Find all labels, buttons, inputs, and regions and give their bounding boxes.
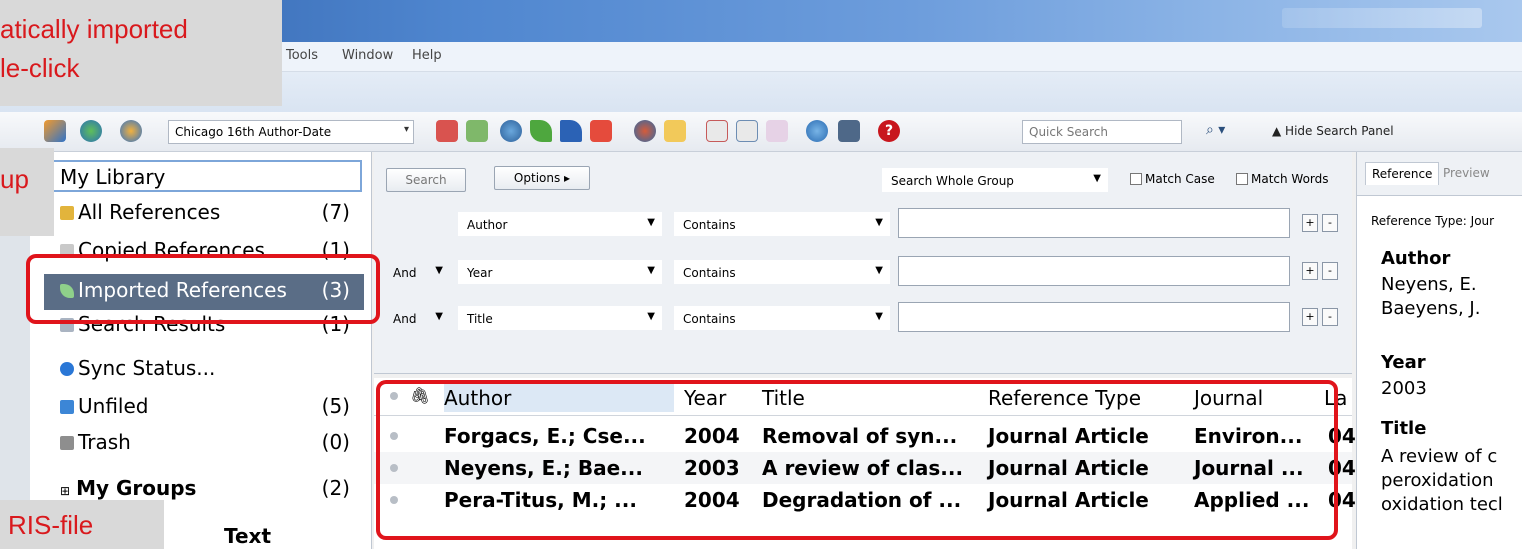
share-group-icon[interactable] xyxy=(838,120,860,142)
format-icon[interactable] xyxy=(736,120,758,142)
chevron-down-icon: ▼ xyxy=(875,217,883,228)
menu-window[interactable]: Window xyxy=(342,48,393,63)
online-icon[interactable] xyxy=(634,120,656,142)
search-term-input[interactable] xyxy=(898,208,1290,238)
find-full-text-icon[interactable] xyxy=(500,120,522,142)
add-row-button[interactable]: + xyxy=(1302,214,1318,232)
expand-icon[interactable]: ⊞ xyxy=(60,484,70,498)
my-library-header[interactable]: My Library xyxy=(44,160,362,192)
open-link-icon[interactable] xyxy=(590,120,612,142)
highlight-imported-references xyxy=(26,254,380,324)
add-reference-icon[interactable] xyxy=(466,120,488,142)
chevron-down-icon: ▼ xyxy=(435,265,443,276)
title-value[interactable]: oxidation tecl xyxy=(1381,494,1503,515)
author-heading: Author xyxy=(1381,248,1451,269)
search-icon[interactable]: ⌕ ▾ xyxy=(1206,122,1225,138)
title-value[interactable]: peroxidation xyxy=(1381,470,1494,491)
tab-preview[interactable]: Preview xyxy=(1443,166,1490,180)
operator-select[interactable]: Contains ▼ xyxy=(674,212,890,236)
remove-row-button[interactable]: - xyxy=(1322,308,1338,326)
title-heading: Title xyxy=(1381,418,1427,439)
local-library-icon[interactable] xyxy=(44,120,66,142)
add-row-button[interactable]: + xyxy=(1302,262,1318,280)
field-select-title[interactable]: Title ▼ xyxy=(458,306,662,330)
title-value[interactable]: A review of c xyxy=(1381,446,1497,467)
pdf-icon[interactable] xyxy=(706,120,728,142)
search-term-input[interactable] xyxy=(898,302,1290,332)
callout-import-note: atically imported le-click xyxy=(0,0,282,106)
year-heading: Year xyxy=(1381,352,1426,373)
tab-reference[interactable]: Reference xyxy=(1365,162,1440,185)
trash-icon xyxy=(60,436,74,450)
arrow-up-icon: ▲ xyxy=(1272,124,1286,138)
search-button[interactable]: Search xyxy=(386,168,466,192)
field-select-author[interactable]: Author ▼ xyxy=(458,212,662,236)
callout-ris-note: RIS-file xyxy=(0,500,164,549)
title-caption xyxy=(1282,8,1482,28)
new-reference-icon[interactable] xyxy=(436,120,458,142)
folder-icon[interactable] xyxy=(664,120,686,142)
operator-select[interactable]: Contains ▼ xyxy=(674,260,890,284)
menu-tools[interactable]: Tools xyxy=(286,48,318,63)
sidebar-item-sync-status[interactable]: Sync Status... xyxy=(44,356,364,392)
menu-help[interactable]: Help xyxy=(412,48,442,63)
year-value[interactable]: 2003 xyxy=(1381,378,1427,399)
reference-type-label: Reference Type: Jour xyxy=(1371,214,1495,228)
remove-row-button[interactable]: - xyxy=(1322,214,1338,232)
hide-search-panel-button[interactable]: ▲ Hide Search Panel xyxy=(1272,124,1394,138)
match-case-checkbox[interactable]: Match Case xyxy=(1130,172,1215,186)
help-icon[interactable]: ? xyxy=(878,120,900,142)
field-select-year[interactable]: Year ▼ xyxy=(458,260,662,284)
chevron-down-icon: ▾ xyxy=(403,124,409,135)
callout-group-note: up xyxy=(0,148,54,236)
chevron-down-icon: ▼ xyxy=(435,311,443,322)
add-row-button[interactable]: + xyxy=(1302,308,1318,326)
chevron-down-icon: ▼ xyxy=(647,311,655,322)
quick-search-input[interactable]: Quick Search xyxy=(1022,120,1182,144)
search-scope-select[interactable]: Search Whole Group ▼ xyxy=(882,168,1108,192)
chevron-down-icon: ▼ xyxy=(647,217,655,228)
sidebar-item-unfiled[interactable]: Unfiled (5) xyxy=(44,394,364,430)
export-icon[interactable] xyxy=(560,120,582,142)
integrated-library-icon[interactable] xyxy=(120,120,142,142)
references-icon xyxy=(60,206,74,220)
author-value[interactable]: Neyens, E. xyxy=(1381,274,1477,295)
output-style-select[interactable]: Chicago 16th Author-Date ▾ xyxy=(168,120,414,144)
chevron-down-icon: ▼ xyxy=(875,265,883,276)
library-panel: My Library All References (7) Copied Ref… xyxy=(0,152,372,549)
boolean-select[interactable]: And ▼ xyxy=(384,260,450,284)
import-icon[interactable] xyxy=(530,120,552,142)
author-value[interactable]: Baeyens, J. xyxy=(1381,298,1480,319)
main-toolbar: Chicago 16th Author-Date ▾ ? Quick Searc… xyxy=(0,112,1522,152)
operator-select[interactable]: Contains ▼ xyxy=(674,306,890,330)
online-search-icon[interactable] xyxy=(80,120,102,142)
detail-tabs: Reference Preview xyxy=(1357,152,1522,196)
reference-detail-panel: Reference Preview Reference Type: Jour A… xyxy=(1356,152,1522,549)
options-button[interactable]: Options ▸ xyxy=(494,166,590,190)
edit-icon[interactable] xyxy=(766,120,788,142)
boolean-select[interactable]: And ▼ xyxy=(384,306,450,330)
info-icon xyxy=(60,362,74,376)
search-panel: Search Options ▸ Search Whole Group ▼ Mat… xyxy=(374,152,1352,374)
remove-row-button[interactable]: - xyxy=(1322,262,1338,280)
folder-icon xyxy=(60,400,74,414)
chevron-down-icon: ▼ xyxy=(875,311,883,322)
chevron-down-icon: ▼ xyxy=(647,265,655,276)
sync-icon[interactable] xyxy=(806,120,828,142)
sidebar-item-trash[interactable]: Trash (0) xyxy=(44,430,364,466)
match-words-checkbox[interactable]: Match Words xyxy=(1236,172,1329,186)
chevron-down-icon: ▼ xyxy=(1093,173,1101,184)
highlight-reference-list xyxy=(376,380,1338,540)
search-term-input[interactable] xyxy=(898,256,1290,286)
sidebar-item-all-references[interactable]: All References (7) xyxy=(44,200,364,236)
